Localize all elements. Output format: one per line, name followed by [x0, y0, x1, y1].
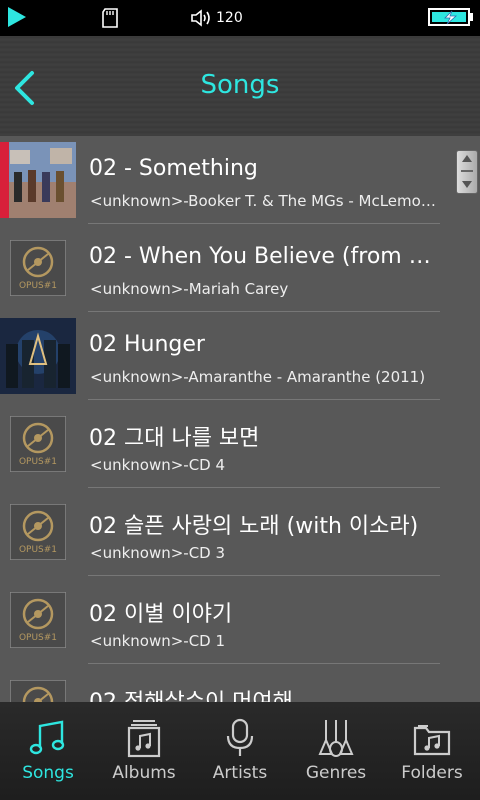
song-row[interactable]: OPUS#1 02 이별 이야기 <unknown>-CD 1 [0, 576, 440, 664]
song-row[interactable]: 02 - Something <unknown>-Booker T. & The… [0, 136, 440, 224]
song-subtitle: <unknown>-Booker T. & The MGs - McLemore… [90, 192, 438, 210]
scroll-up-arrow-icon[interactable] [462, 155, 472, 162]
song-title: 02 - When You Believe (from The Prince o… [89, 244, 444, 269]
folder-music-icon [413, 725, 451, 756]
svg-text:OPUS#1: OPUS#1 [19, 281, 57, 291]
battery-charging-icon [428, 8, 473, 26]
header: Songs [0, 36, 480, 136]
album-art [0, 142, 76, 218]
scroll-down-arrow-icon[interactable] [462, 181, 472, 188]
svg-text:OPUS#1: OPUS#1 [19, 545, 57, 555]
svg-text:OPUS#1: OPUS#1 [19, 457, 57, 467]
tab-label: Albums [112, 763, 176, 783]
tab-label: Artists [212, 763, 268, 783]
tab-genres[interactable]: Genres [288, 702, 384, 800]
scroll-grip-icon [461, 170, 473, 172]
now-playing-icon[interactable] [8, 7, 26, 27]
opus-placeholder-art: OPUS#1 [10, 416, 66, 472]
music-note-icon [29, 720, 65, 755]
scroll-control[interactable] [456, 150, 478, 194]
opus-placeholder-art: OPUS#1 [10, 680, 66, 702]
tab-folders[interactable]: Folders [384, 702, 480, 800]
song-title: 02 그대 나를 보면 [89, 426, 260, 451]
tab-label: Songs [22, 763, 74, 783]
song-row[interactable]: OPUS#1 02 그대 나를 보면 <unknown>-CD 4 [0, 400, 440, 488]
tab-label: Genres [305, 763, 367, 783]
song-title: 02 - Something [89, 156, 258, 181]
guitars-icon [318, 720, 354, 757]
volume-icon [191, 9, 210, 27]
song-subtitle: <unknown>-Mariah Carey [90, 280, 289, 298]
status-bar: 120 [0, 0, 480, 36]
svg-text:OPUS#1: OPUS#1 [19, 633, 57, 643]
song-row[interactable]: OPUS#1 02 - When You Believe (from The P… [0, 224, 444, 312]
album-art [0, 318, 76, 394]
song-title: 02 정해살수이 머여해 [89, 684, 444, 702]
song-row[interactable]: 02 Hunger <unknown>-Amaranthe - Amaranth… [0, 312, 440, 400]
bottom-nav: Songs Albums Artists Genres Folders [0, 702, 480, 800]
song-row[interactable]: OPUS#1 02 슬픈 사랑의 노래 (with 이소라) <unknown>… [0, 488, 440, 576]
song-subtitle: <unknown>-CD 3 [90, 544, 226, 562]
song-title: 02 이별 이야기 [89, 602, 233, 627]
sd-card-icon [102, 8, 118, 28]
page-title: Songs [200, 70, 280, 100]
song-subtitle: <unknown>-Amaranthe - Amaranthe (2011) [90, 368, 426, 386]
song-row[interactable]: OPUS#1 02 정해살수이 머여해 [0, 664, 440, 702]
opus-placeholder-art: OPUS#1 [10, 504, 66, 560]
tab-label: Folders [401, 763, 463, 783]
tab-artists[interactable]: Artists [192, 702, 288, 800]
album-icon [127, 720, 161, 758]
volume-level: 120 [216, 10, 243, 26]
song-list[interactable]: 02 - Something <unknown>-Booker T. & The… [0, 136, 480, 702]
song-title: 02 Hunger [89, 332, 205, 357]
song-title: 02 슬픈 사랑의 노래 (with 이소라) [89, 514, 419, 539]
opus-placeholder-art: OPUS#1 [10, 240, 66, 296]
song-subtitle: <unknown>-CD 1 [90, 632, 226, 650]
microphone-icon [226, 718, 254, 756]
opus-placeholder-art: OPUS#1 [10, 592, 66, 648]
tab-songs[interactable]: Songs [0, 702, 96, 800]
song-subtitle: <unknown>-CD 4 [90, 456, 226, 474]
tab-albums[interactable]: Albums [96, 702, 192, 800]
